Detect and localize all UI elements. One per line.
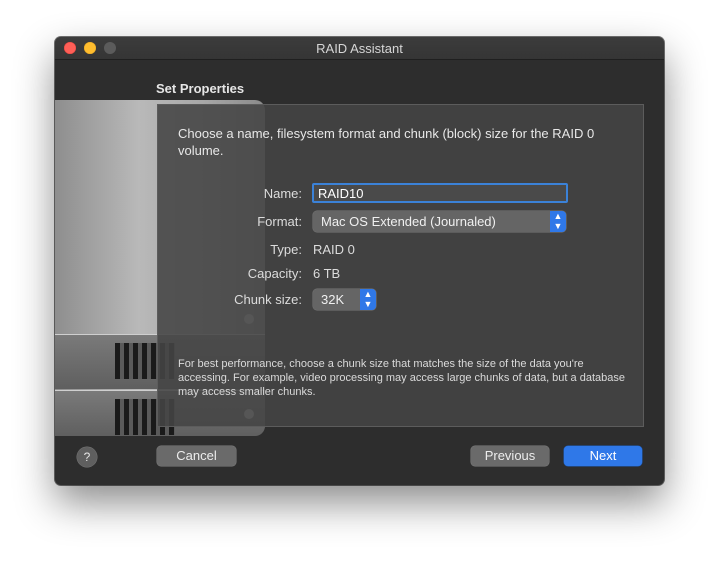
name-label: Name:	[263, 186, 302, 201]
cancel-button[interactable]: Cancel	[157, 446, 236, 466]
capacity-row: Capacity: 6 TB	[158, 263, 643, 285]
format-value: Mac OS Extended (Journaled)	[321, 214, 496, 229]
up-down-chevron-icon: ▲ ▼	[360, 289, 376, 310]
help-button[interactable]: ?	[77, 447, 97, 467]
raid-assistant-window: RAID Assistant Set Properties Choose a n…	[55, 37, 664, 485]
chunk-size-label: Chunk size:	[234, 292, 302, 307]
page-title: Set Properties	[156, 81, 245, 96]
up-down-chevron-icon: ▲ ▼	[550, 211, 566, 232]
title-bar: RAID Assistant	[55, 37, 664, 60]
type-label: Type:	[270, 242, 302, 257]
name-input[interactable]: RAID10	[312, 183, 568, 203]
type-row: Type: RAID 0	[158, 239, 643, 261]
next-button[interactable]: Next	[564, 446, 642, 466]
capacity-label: Capacity:	[247, 266, 302, 281]
format-popup[interactable]: Mac OS Extended (Journaled) ▲ ▼	[313, 211, 566, 232]
format-label: Format:	[257, 214, 302, 229]
previous-button[interactable]: Previous	[471, 446, 549, 466]
window-title: RAID Assistant	[316, 41, 403, 56]
chunk-size-row: Chunk size: 32K ▲ ▼	[158, 289, 643, 311]
format-row: Format: Mac OS Extended (Journaled) ▲ ▼	[158, 211, 643, 233]
properties-panel: Choose a name, filesystem format and chu…	[157, 104, 644, 427]
chunk-size-note: For best performance, choose a chunk siz…	[178, 358, 625, 398]
capacity-value: 6 TB	[313, 266, 341, 281]
chunk-size-value: 32K	[321, 292, 345, 307]
name-row: Name: RAID10	[158, 183, 643, 205]
chunk-size-popup[interactable]: 32K ▲ ▼	[313, 289, 376, 310]
intro-text: Choose a name, filesystem format and chu…	[178, 126, 595, 158]
type-value: RAID 0	[313, 242, 355, 257]
